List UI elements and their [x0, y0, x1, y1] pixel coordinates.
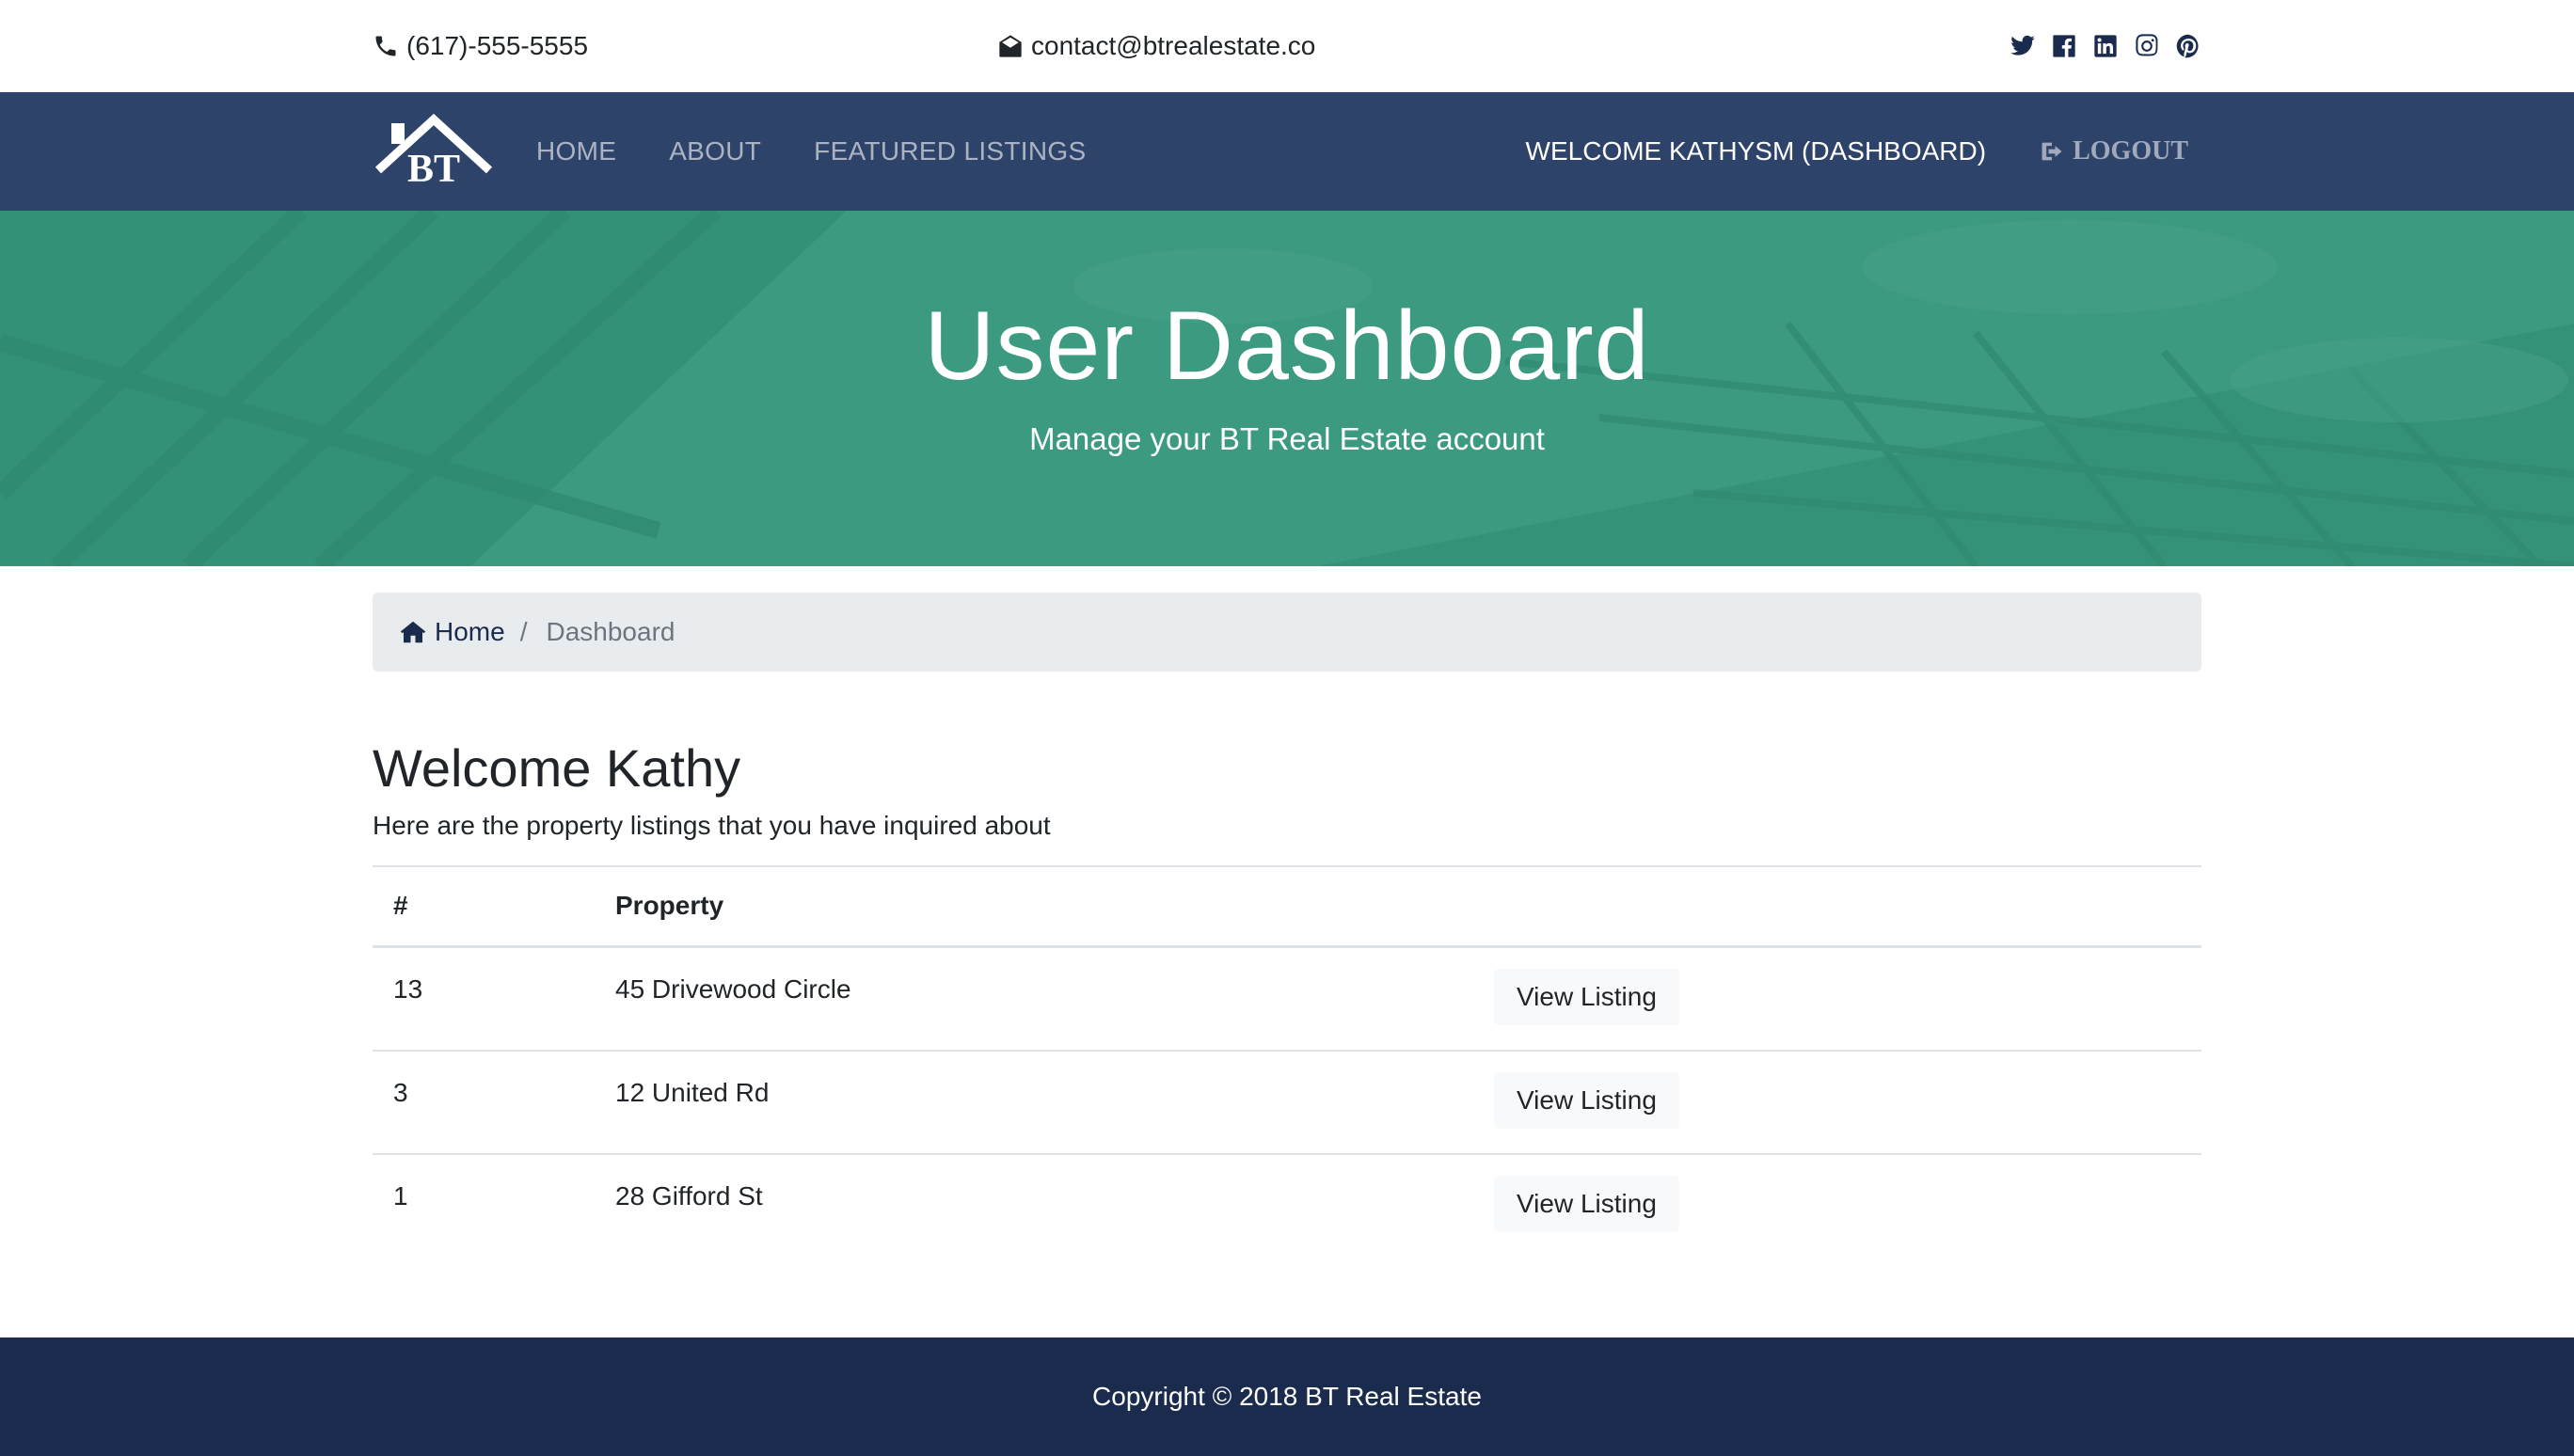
page-footer: Copyright © 2018 BT Real Estate: [0, 1337, 2574, 1456]
listing-id: 13: [373, 946, 595, 1052]
breadcrumb-current: Dashboard: [546, 617, 675, 646]
welcome-subtitle: Here are the property listings that you …: [373, 810, 1051, 840]
column-header-property: Property: [595, 864, 1473, 949]
nav-link-home[interactable]: HOME: [536, 136, 616, 166]
nav-links: HOME ABOUT FEATURED LISTINGS: [536, 136, 1138, 166]
logout-link[interactable]: LOGOUT: [2039, 136, 2188, 166]
envelope-open-icon: [999, 35, 1022, 57]
listing-action-cell: View Listing: [1473, 1050, 2201, 1155]
facebook-icon[interactable]: [2051, 33, 2077, 59]
brand-logo[interactable]: BT: [373, 114, 495, 189]
bt-house-logo-icon: BT: [374, 114, 493, 189]
twitter-icon[interactable]: [2010, 33, 2036, 59]
inquiries-table: # Property 13 45 Drivewood Circle View L…: [373, 864, 2201, 1258]
svg-text:BT: BT: [407, 148, 460, 189]
table-row: 3 12 United Rd View Listing: [373, 1050, 2201, 1155]
listing-action-cell: View Listing: [1473, 946, 2201, 1052]
phone-icon: [375, 36, 396, 56]
nav-link-about[interactable]: ABOUT: [669, 136, 761, 166]
breadcrumb-separator: /: [519, 617, 528, 646]
hero-title: User Dashboard: [924, 292, 1650, 401]
listing-action-cell: View Listing: [1473, 1154, 2201, 1258]
nav-user-menu: WELCOME KATHYSM (DASHBOARD) LOGOUT: [1526, 92, 2188, 211]
view-listing-button[interactable]: View Listing: [1494, 1175, 1679, 1232]
view-listing-button[interactable]: View Listing: [1494, 1071, 1679, 1129]
nav-dashboard-link[interactable]: WELCOME KATHYSM (DASHBOARD): [1526, 136, 1987, 166]
listing-address: 12 United Rd: [595, 1050, 1473, 1155]
breadcrumb-home-link[interactable]: Home: [399, 617, 505, 647]
social-links: [2010, 0, 2201, 92]
listing-id: 1: [393, 1180, 408, 1211]
column-header-number: #: [373, 864, 595, 949]
welcome-heading: Welcome Kathy: [373, 738, 741, 798]
sign-out-icon: [2042, 142, 2062, 161]
breadcrumb: Home / Dashboard: [373, 593, 2201, 672]
hero-content: User Dashboard Manage your BT Real Estat…: [0, 211, 2574, 566]
phone-contact: (617)-555-5555: [373, 31, 588, 61]
hero-banner: User Dashboard Manage your BT Real Estat…: [0, 211, 2574, 566]
copyright-text: Copyright © 2018 BT Real Estate: [1092, 1382, 1482, 1411]
table-row: 1 28 Gifford St View Listing: [373, 1154, 2201, 1258]
linkedin-icon[interactable]: [2092, 33, 2119, 59]
listing-address: 28 Gifford St: [615, 1180, 763, 1211]
nav-link-featured-listings[interactable]: FEATURED LISTINGS: [814, 136, 1086, 166]
main-navbar: BT HOME ABOUT FEATURED LISTINGS WELCOME …: [0, 92, 2574, 211]
instagram-icon[interactable]: [2134, 33, 2160, 59]
breadcrumb-home-label: Home: [435, 617, 505, 646]
column-header-action: [1473, 864, 2201, 949]
phone-number: (617)-555-5555: [406, 31, 589, 60]
logout-label: LOGOUT: [2073, 136, 2188, 166]
table-header-row: # Property: [373, 864, 2201, 949]
email-contact: contact@btrealestate.co: [997, 0, 1315, 92]
listing-address: 45 Drivewood Circle: [595, 946, 1473, 1052]
table-row: 13 45 Drivewood Circle View Listing: [373, 946, 2201, 1052]
email-address[interactable]: contact@btrealestate.co: [1031, 31, 1315, 61]
hero-subtitle: Manage your BT Real Estate account: [1029, 421, 1545, 456]
top-contact-bar: (617)-555-5555 contact@btrealestate.co: [0, 0, 2574, 92]
pinterest-icon[interactable]: [2175, 33, 2201, 59]
listing-id: 3: [373, 1050, 595, 1155]
view-listing-button[interactable]: View Listing: [1494, 969, 1679, 1026]
home-icon: [400, 621, 426, 643]
main-content: Home / Dashboard Welcome Kathy Here are …: [373, 593, 2201, 1258]
